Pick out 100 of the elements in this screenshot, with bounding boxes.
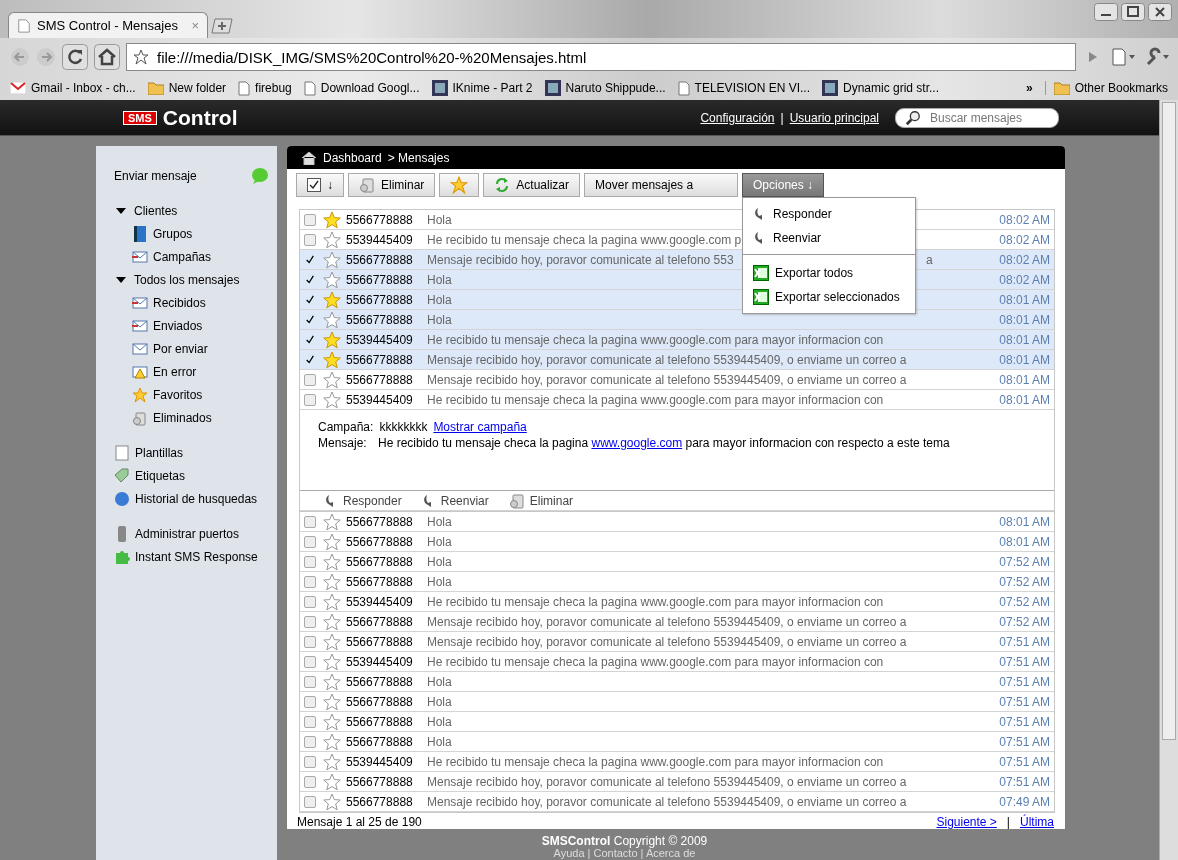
row-checkbox[interactable] [304,535,316,548]
toolbar-button[interactable]: Mover mensajes a [584,173,739,197]
back-button[interactable] [10,47,30,67]
message-action[interactable]: Responder [324,493,402,508]
bookmark-item[interactable]: Download Googl... [303,80,420,96]
row-checkbox[interactable] [304,655,316,668]
star-icon[interactable] [323,732,341,751]
row-checkbox[interactable] [304,393,316,406]
row-checkbox[interactable] [304,615,316,628]
sidebar-item[interactable]: Historial de husquedas [135,491,258,506]
web-link[interactable]: www.google.com [591,436,683,450]
star-icon[interactable] [323,752,341,771]
star-icon[interactable] [323,692,341,711]
expanded-triangle-icon[interactable] [116,205,126,216]
toolbar-button[interactable]: Eliminar [348,173,436,197]
row-checkbox[interactable] [304,293,316,306]
row-checkbox[interactable] [304,635,316,648]
row-checkbox[interactable] [304,273,316,286]
sidebar-item[interactable]: Administrar puertos [135,526,240,541]
address-bar[interactable]: file:///media/DISK_IMG/SMS%20Control%20-%20Mensajes.html [126,43,1076,71]
row-checkbox[interactable] [304,353,316,366]
star-icon[interactable] [323,390,341,409]
menu-item[interactable]: Exportar seleccionados [743,285,916,309]
sidebar-item[interactable]: En error [153,364,197,379]
row-checkbox[interactable] [304,675,316,688]
home-button[interactable] [94,44,120,70]
row-checkbox[interactable] [304,735,316,748]
sidebar-item[interactable]: Eliminados [153,410,212,425]
toolbar-button[interactable]: ↓ [296,173,344,197]
sidebar-item[interactable]: Favoritos [153,387,203,402]
more-bookmarks-button[interactable]: » [1025,81,1033,95]
star-icon[interactable] [323,330,341,349]
bookmark-item[interactable]: TELEVISION EN VI... [677,80,810,96]
star-icon[interactable] [323,310,341,329]
star-icon[interactable] [323,370,341,389]
new-tab-button[interactable] [210,18,234,34]
star-icon[interactable] [323,792,341,811]
row-checkbox[interactable] [304,755,316,768]
bookmark-item[interactable]: Gmail - Inbox - ch... [10,81,136,95]
sidebar-item[interactable]: Campañas [153,249,212,264]
browser-tab[interactable]: SMS Control - Mensajes × [8,12,208,38]
star-icon[interactable] [323,512,341,531]
minimize-button[interactable] [1094,3,1118,21]
star-icon[interactable] [323,290,341,309]
scrollbar[interactable] [1159,100,1178,860]
row-checkbox[interactable] [304,575,316,588]
speech-bubble-icon[interactable] [251,166,269,185]
row-checkbox[interactable] [304,333,316,346]
row-checkbox[interactable] [304,253,316,266]
row-checkbox[interactable] [304,233,316,246]
row-checkbox[interactable] [304,795,316,808]
star-icon[interactable] [323,572,341,591]
bookmark-item[interactable]: Dynamic grid str... [822,80,939,96]
sidebar-item[interactable]: Por enviar [153,341,208,356]
toolbar-button[interactable]: Actualizar [483,173,581,197]
star-icon[interactable] [323,712,341,731]
star-icon[interactable] [323,250,341,269]
sidebar-item[interactable]: Enviar mensaje [114,168,197,183]
page-menu-button[interactable] [1110,47,1138,67]
menu-item[interactable]: Exportar todos [743,261,916,285]
sidebar-item[interactable]: Plantillas [135,445,184,460]
menu-item[interactable]: Responder [743,202,916,226]
forward-button[interactable] [36,47,56,67]
row-checkbox[interactable] [304,695,316,708]
star-icon[interactable] [133,49,149,65]
star-icon[interactable] [323,552,341,571]
wrench-menu-button[interactable] [1144,47,1172,67]
campaign-link[interactable]: Mostrar campaña [433,420,527,434]
other-bookmarks-button[interactable]: Other Bookmarks [1044,81,1168,95]
star-icon[interactable] [323,652,341,671]
sidebar-item[interactable]: Recibidos [153,295,206,310]
star-icon[interactable] [323,672,341,691]
row-checkbox[interactable] [304,775,316,788]
star-icon[interactable] [323,532,341,551]
sidebar-group[interactable]: Clientes [134,203,178,218]
close-button[interactable] [1148,3,1172,21]
star-icon[interactable] [323,772,341,791]
sidebar-item[interactable]: Instant SMS Response [135,549,258,564]
toolbar-button[interactable] [439,173,480,197]
row-checkbox[interactable] [304,515,316,528]
expanded-triangle-icon[interactable] [116,274,126,285]
message-action[interactable]: Reenviar [421,493,489,508]
message-action[interactable]: Eliminar [508,492,574,509]
bookmark-item[interactable]: IKnime - Part 2 [431,80,533,96]
next-page-link[interactable]: Siguiente > [936,815,997,829]
star-icon[interactable] [323,230,341,249]
star-icon[interactable] [323,632,341,651]
row-checkbox[interactable] [304,213,316,226]
menu-item[interactable]: Reenviar [743,226,916,250]
row-checkbox[interactable] [304,715,316,728]
breadcrumb-link[interactable]: Dashboard [323,150,382,165]
sidebar-group[interactable]: Todos los mensajes [134,272,240,287]
bookmark-item[interactable]: Naruto Shippude... [544,80,666,96]
star-icon[interactable] [323,612,341,631]
star-icon[interactable] [323,210,341,229]
toolbar-button[interactable]: Opciones ↓ [742,173,825,197]
row-checkbox[interactable] [304,555,316,568]
row-checkbox[interactable] [304,373,316,386]
header-link[interactable]: Configuración [700,110,775,125]
last-page-link[interactable]: Última [1020,815,1054,829]
